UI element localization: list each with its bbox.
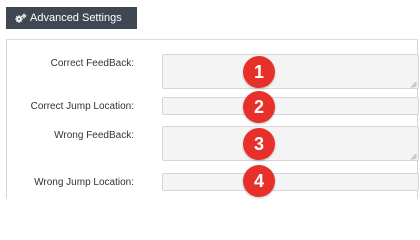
advanced-settings-panel: Correct FeedBack: 1 Correct Jump Locatio…	[6, 39, 419, 199]
wrong-jump-location-input[interactable]	[162, 173, 419, 191]
step-badge-3: 3	[243, 128, 275, 160]
wrong-jump-location-label: Wrong Jump Location:	[34, 177, 134, 188]
correct-jump-location-label: Correct Jump Location:	[30, 101, 134, 112]
step-badge-4: 4	[243, 165, 275, 197]
correct-feedback-label: Correct FeedBack:	[50, 58, 134, 69]
step-badge-2: 2	[243, 91, 275, 123]
wrong-feedback-label: Wrong FeedBack:	[54, 130, 134, 141]
wrong-feedback-textarea[interactable]	[162, 126, 419, 161]
advanced-settings-tab[interactable]: Advanced Settings	[6, 7, 137, 29]
correct-feedback-textarea[interactable]	[162, 54, 419, 89]
step-badge-1: 1	[243, 56, 275, 88]
advanced-settings-label: Advanced Settings	[30, 12, 122, 24]
gears-icon	[15, 13, 27, 24]
correct-jump-location-input[interactable]	[162, 97, 419, 115]
